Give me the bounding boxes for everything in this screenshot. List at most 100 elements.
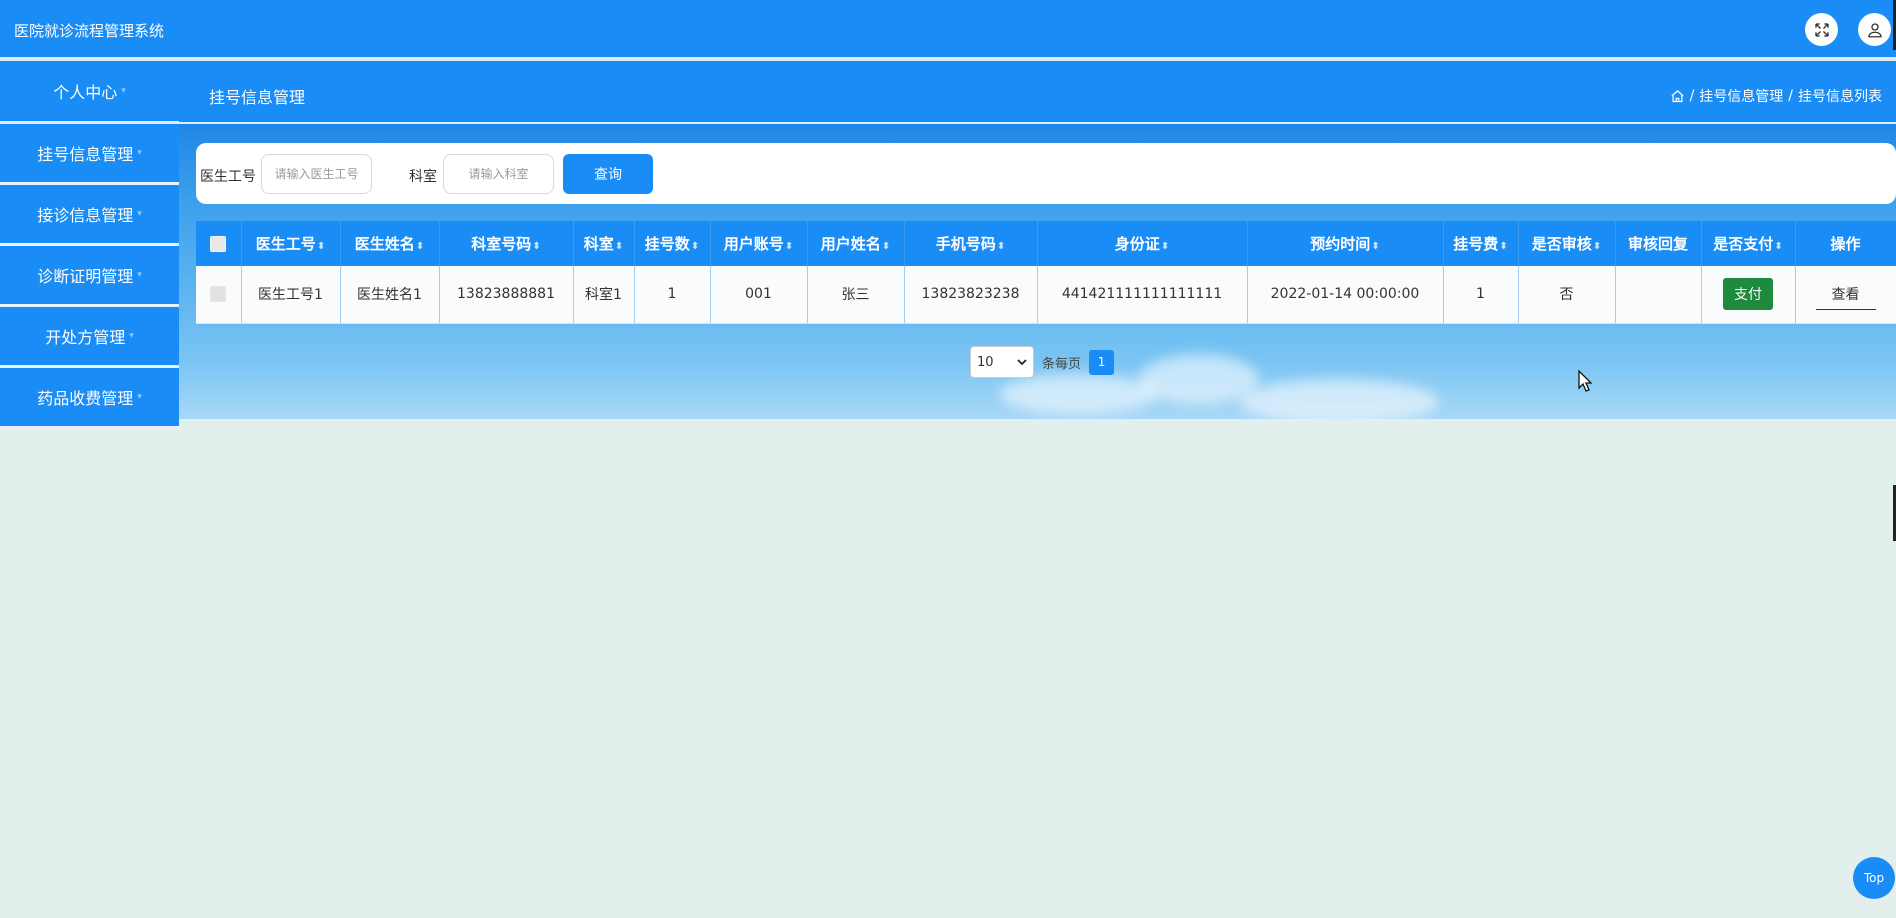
- sort-icon: ⬍: [690, 241, 700, 252]
- cell-review-reply: [1615, 266, 1702, 324]
- expand-icon: [1814, 22, 1829, 37]
- chevron-down-icon: ▾: [121, 86, 126, 96]
- sidebar-item-registration[interactable]: 挂号信息管理 ▾: [0, 124, 179, 185]
- pay-button[interactable]: 支付: [1723, 278, 1773, 311]
- sort-icon: ⬍: [1592, 241, 1602, 252]
- home-icon[interactable]: [1670, 89, 1685, 104]
- user-button[interactable]: [1858, 13, 1891, 46]
- page-title: 挂号信息管理: [209, 88, 306, 107]
- column-header[interactable]: 预约时间⬍: [1247, 221, 1444, 266]
- cell-id-card: 441421111111111111: [1037, 266, 1248, 324]
- page-size-select[interactable]: 10: [970, 346, 1034, 378]
- doctor-id-label: 医生工号: [200, 169, 256, 185]
- cell-phone: 13823823238: [904, 266, 1038, 324]
- sidebar-item-label: 挂号信息管理: [37, 145, 134, 164]
- fullscreen-button[interactable]: [1805, 13, 1838, 46]
- cell-count: 1: [634, 266, 711, 324]
- view-button[interactable]: 查看: [1815, 278, 1876, 311]
- sort-icon: ⬍: [1774, 241, 1783, 252]
- sidebar-item-medicine-charges[interactable]: 药品收费管理 ▾: [0, 368, 179, 429]
- breadcrumb-separator: /: [1788, 88, 1793, 104]
- cloud-decoration: [999, 374, 1159, 414]
- sidebar-item-label: 接诊信息管理: [37, 206, 134, 225]
- column-header[interactable]: 挂号数⬍: [634, 221, 711, 266]
- column-header[interactable]: 是否审核⬍: [1518, 221, 1616, 266]
- cell-user-account: 001: [710, 266, 808, 324]
- dept-label: 科室: [409, 169, 437, 185]
- column-header[interactable]: 医生工号⬍: [241, 221, 341, 266]
- app-title: 医院就诊流程管理系统: [14, 22, 165, 40]
- sort-icon: ⬍: [784, 241, 794, 252]
- sidebar-item-consultation[interactable]: 接诊信息管理 ▾: [0, 185, 179, 246]
- doctor-id-input[interactable]: [261, 154, 372, 194]
- search-panel: 医生工号 科室 查询: [196, 143, 1896, 204]
- page-size-value: 10: [977, 354, 994, 370]
- cell-doctor-name: 医生姓名1: [340, 266, 440, 324]
- column-header[interactable]: 是否支付⬍: [1701, 221, 1796, 266]
- user-icon: [1867, 22, 1882, 37]
- sidebar-item-label: 个人中心: [53, 83, 118, 102]
- sort-icon: ⬍: [415, 241, 425, 252]
- sort-icon: ⬍: [1371, 241, 1380, 252]
- registration-table: 医生工号⬍ 医生姓名⬍ 科室号码⬍ 科室⬍ 挂号数⬍ 用户账号⬍ 用户姓名⬍ 手…: [196, 221, 1896, 324]
- sidebar-item-diagnosis-certificate[interactable]: 诊断证明管理 ▾: [0, 246, 179, 307]
- row-select-cell: [196, 266, 242, 324]
- row-checkbox[interactable]: [210, 286, 227, 303]
- dept-input[interactable]: [443, 154, 554, 194]
- sort-icon: ⬍: [1160, 241, 1170, 252]
- cell-reviewed: 否: [1518, 266, 1616, 324]
- chevron-down-icon: ▾: [129, 331, 134, 341]
- cell-actions: 查看: [1795, 266, 1896, 324]
- table-header-row: 医生工号⬍ 医生姓名⬍ 科室号码⬍ 科室⬍ 挂号数⬍ 用户账号⬍ 用户姓名⬍ 手…: [196, 221, 1896, 266]
- column-header[interactable]: 医生姓名⬍: [340, 221, 440, 266]
- top-bar: 医院就诊流程管理系统: [0, 0, 1896, 59]
- select-all-checkbox[interactable]: [210, 236, 227, 252]
- cell-appointment-time: 2022-01-14 00:00:00: [1247, 266, 1444, 324]
- cloud-decoration: [1239, 379, 1439, 419]
- chevron-down-icon: ▾: [137, 392, 142, 402]
- column-header[interactable]: 科室号码⬍: [439, 221, 574, 266]
- chevron-down-icon: ▾: [137, 209, 142, 219]
- sidebar-item-label: 药品收费管理: [37, 389, 134, 408]
- cell-fee: 1: [1443, 266, 1519, 324]
- column-header[interactable]: 身份证⬍: [1037, 221, 1248, 266]
- sort-icon: ⬍: [316, 241, 326, 252]
- column-header[interactable]: 用户姓名⬍: [807, 221, 905, 266]
- sidebar-item-prescription[interactable]: 开处方管理 ▾: [0, 307, 179, 368]
- pagination: 10 条每页 1: [970, 346, 1115, 378]
- breadcrumb-level2: 挂号信息列表: [1798, 89, 1882, 105]
- sort-icon: ⬍: [881, 241, 891, 252]
- sidebar-item-label: 诊断证明管理: [37, 267, 134, 286]
- sort-icon: ⬍: [532, 241, 541, 252]
- cell-doctor-id: 医生工号1: [241, 266, 341, 324]
- sidebar: 个人中心 ▾ 挂号信息管理 ▾ 接诊信息管理 ▾ 诊断证明管理 ▾ 开处方管理 …: [0, 61, 179, 429]
- cell-user-name: 张三: [807, 266, 905, 324]
- mouse-cursor-icon: [1578, 370, 1592, 392]
- column-header[interactable]: 用户账号⬍: [710, 221, 808, 266]
- search-button[interactable]: 查询: [563, 154, 653, 194]
- sidebar-item-label: 开处方管理: [45, 328, 126, 347]
- breadcrumb-level1[interactable]: 挂号信息管理: [1699, 86, 1783, 106]
- back-to-top-button[interactable]: Top: [1853, 857, 1895, 899]
- select-all-cell: [196, 221, 242, 266]
- sort-icon: ⬍: [996, 241, 1006, 252]
- chevron-down-icon: ▾: [137, 148, 142, 158]
- column-header: 审核回复: [1615, 221, 1702, 266]
- cell-dept-phone: 13823888881: [439, 266, 574, 324]
- column-header[interactable]: 手机号码⬍: [904, 221, 1038, 266]
- breadcrumb-separator: /: [1689, 88, 1695, 104]
- chevron-down-icon: ▾: [137, 270, 142, 280]
- column-header[interactable]: 科室⬍: [573, 221, 635, 266]
- sidebar-item-personal-center[interactable]: 个人中心 ▾: [0, 61, 179, 124]
- page-number-button[interactable]: 1: [1089, 349, 1115, 375]
- column-header[interactable]: 挂号费⬍: [1443, 221, 1519, 266]
- sort-icon: ⬍: [1499, 241, 1508, 252]
- cell-pay: 支付: [1701, 266, 1796, 324]
- sort-icon: ⬍: [614, 241, 624, 252]
- cell-dept: 科室1: [573, 266, 635, 324]
- page-header-bar: 挂号信息管理 / 挂号信息管理 / 挂号信息列表: [0, 61, 1896, 124]
- column-header: 操作: [1795, 221, 1896, 266]
- table-row: 医生工号1 医生姓名1 13823888881 科室1 1 001 张三 138…: [196, 266, 1896, 324]
- chevron-down-icon: [1017, 359, 1027, 366]
- per-page-text: 条每页: [1042, 356, 1082, 372]
